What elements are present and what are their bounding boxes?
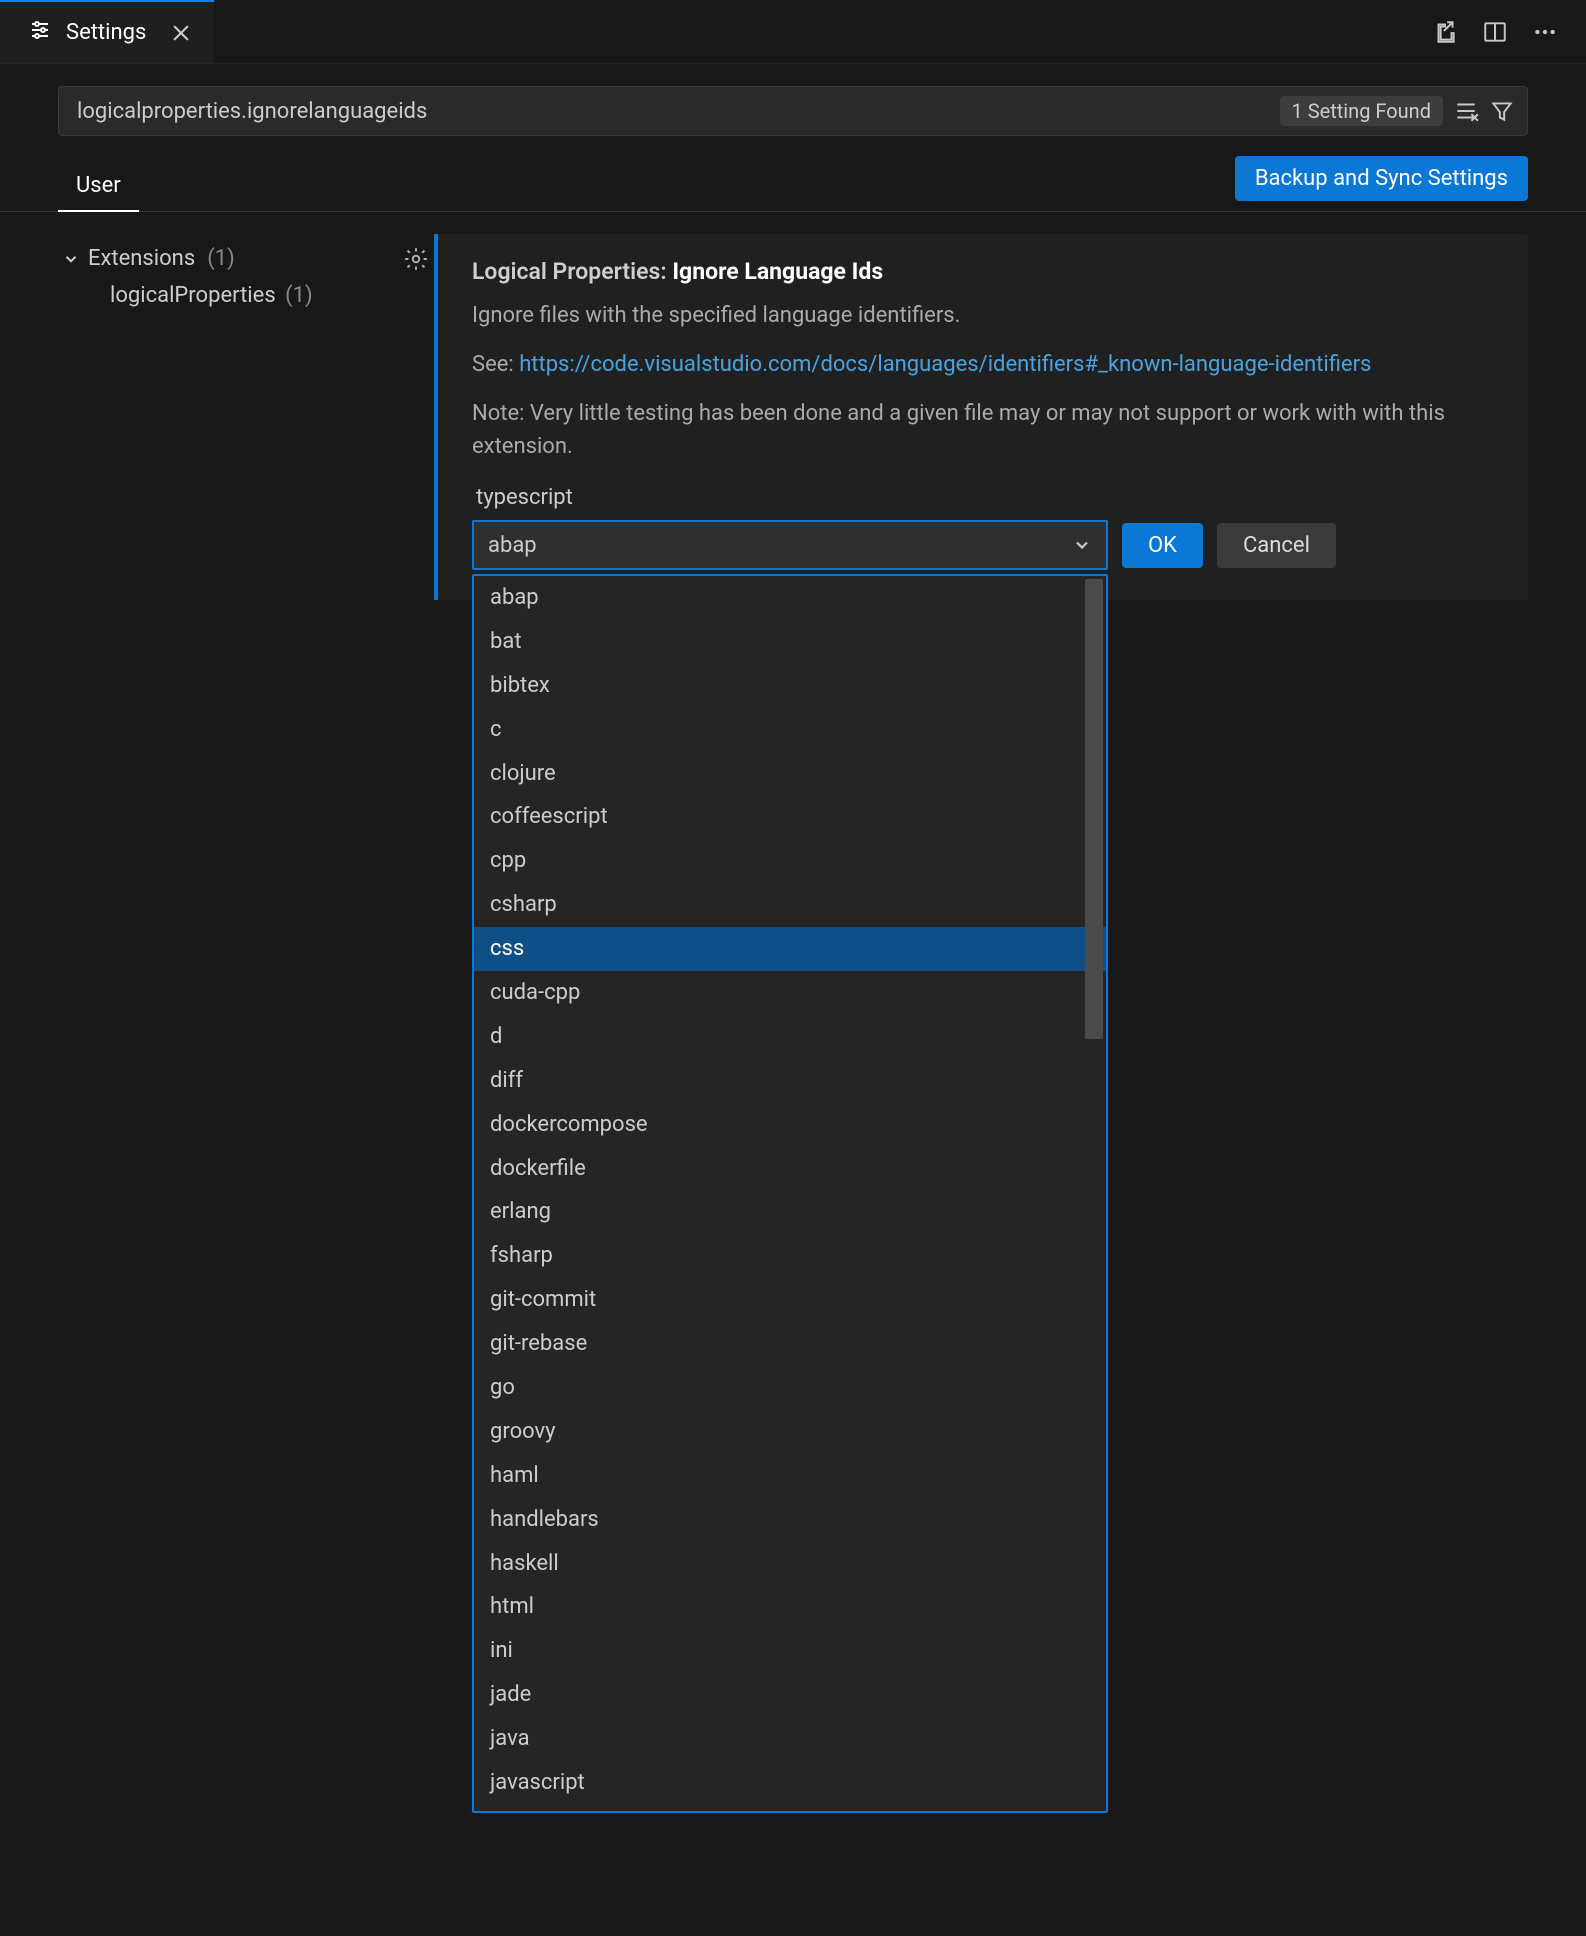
scope-tab-user[interactable]: User — [58, 161, 139, 212]
dropdown-option[interactable]: java — [474, 1717, 1106, 1761]
dropdown-option[interactable]: bat — [474, 620, 1106, 664]
filter-icon[interactable] — [1489, 98, 1515, 124]
close-icon[interactable] — [170, 22, 192, 44]
dropdown-option[interactable]: css — [474, 927, 1106, 971]
dropdown-option[interactable]: ini — [474, 1629, 1106, 1673]
dropdown-option[interactable]: dockercompose — [474, 1103, 1106, 1147]
toc-item-logicalproperties[interactable]: logicalProperties (1) — [58, 277, 388, 314]
editor-tabbar: Settings — [0, 0, 1586, 64]
dropdown-option[interactable]: git-commit — [474, 1278, 1106, 1322]
combobox-value: abap — [488, 533, 537, 558]
dropdown-option[interactable]: cpp — [474, 839, 1106, 883]
dropdown-option[interactable]: clojure — [474, 752, 1106, 796]
chevron-down-icon — [62, 250, 80, 268]
tabbar-actions — [1432, 19, 1586, 45]
dropdown-option[interactable]: cuda-cpp — [474, 971, 1106, 1015]
dropdown-option[interactable]: go — [474, 1366, 1106, 1410]
setting-title: Logical Properties: Ignore Language Ids — [472, 258, 1498, 285]
toc-child-label: logicalProperties — [110, 283, 276, 308]
dropdown-option[interactable]: fsharp — [474, 1234, 1106, 1278]
split-editor-icon[interactable] — [1482, 19, 1508, 45]
tab-settings[interactable]: Settings — [0, 0, 214, 63]
settings-search-box[interactable]: 1 Setting Found — [58, 86, 1528, 136]
setting-description-link-line: See: https://code.visualstudio.com/docs/… — [472, 348, 1498, 381]
dropdown-option[interactable]: erlang — [474, 1190, 1106, 1234]
dropdown-option[interactable]: d — [474, 1015, 1106, 1059]
dropdown-option[interactable]: haskell — [474, 1542, 1106, 1586]
dropdown-option[interactable]: haml — [474, 1454, 1106, 1498]
setting-description-note: Note: Very little testing has been done … — [472, 397, 1498, 463]
open-settings-json-icon[interactable] — [1432, 19, 1458, 45]
dropdown-option[interactable]: git-rebase — [474, 1322, 1106, 1366]
identifiers-doc-link[interactable]: https://code.visualstudio.com/docs/langu… — [519, 352, 1371, 377]
dropdown-option[interactable]: diff — [474, 1059, 1106, 1103]
dropdown-option[interactable]: html — [474, 1585, 1106, 1629]
modified-indicator — [434, 234, 438, 600]
dropdown-scrollbar[interactable] — [1085, 579, 1103, 1039]
settings-toc: Extensions (1) logicalProperties (1) — [58, 234, 388, 600]
dropdown-option[interactable]: coffeescript — [474, 795, 1106, 839]
results-count-badge: 1 Setting Found — [1280, 96, 1443, 126]
cancel-button[interactable]: Cancel — [1217, 523, 1336, 568]
dropdown-option[interactable]: javascript — [474, 1761, 1106, 1805]
ok-button[interactable]: OK — [1122, 523, 1203, 568]
existing-list-value: typescript — [472, 479, 1498, 520]
setting-item: Logical Properties: Ignore Language Ids … — [434, 234, 1528, 600]
setting-description-line1: Ignore files with the specified language… — [472, 299, 1498, 332]
toc-child-count: (1) — [285, 283, 313, 308]
dropdown-option[interactable]: c — [474, 708, 1106, 752]
dropdown-option[interactable]: bibtex — [474, 664, 1106, 708]
toc-group-label: Extensions — [88, 246, 195, 271]
gear-icon[interactable] — [398, 246, 434, 272]
chevron-down-icon — [1072, 535, 1092, 555]
toc-group-extensions[interactable]: Extensions (1) — [58, 240, 388, 277]
settings-icon — [28, 18, 52, 48]
dropdown-option[interactable]: csharp — [474, 883, 1106, 927]
backup-sync-button[interactable]: Backup and Sync Settings — [1235, 156, 1528, 201]
dropdown-option[interactable]: jade — [474, 1673, 1106, 1717]
language-id-combobox[interactable]: abap — [472, 520, 1108, 570]
tab-label: Settings — [66, 20, 146, 45]
settings-search-input[interactable] — [77, 99, 1280, 124]
dropdown-option[interactable]: groovy — [474, 1410, 1106, 1454]
more-actions-icon[interactable] — [1532, 19, 1558, 45]
clear-search-icon[interactable] — [1453, 98, 1479, 124]
dropdown-option[interactable]: handlebars — [474, 1498, 1106, 1542]
language-id-dropdown[interactable]: abapbatbibtexcclojurecoffeescriptcppcsha… — [472, 574, 1108, 1813]
dropdown-option[interactable]: abap — [474, 576, 1106, 620]
toc-group-count: (1) — [207, 246, 235, 271]
dropdown-option[interactable]: dockerfile — [474, 1147, 1106, 1191]
